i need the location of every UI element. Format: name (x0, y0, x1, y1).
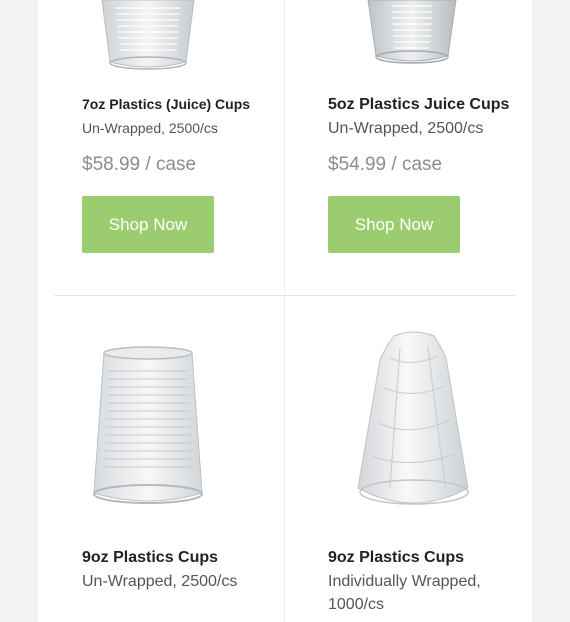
product-subtitle: Un-Wrapped, 2500/cs (82, 120, 218, 136)
product-subtitle-line-1: Individually Wrapped, (328, 573, 481, 590)
product-card-9oz-wrapped: 9oz Plastics Cups Individually Wrapped, … (328, 300, 528, 622)
product-title[interactable]: 5oz Plastics Juice Cups (328, 96, 509, 114)
product-subtitle-line-2: 1000/cs (328, 596, 385, 613)
product-price: $54.99 / case (328, 154, 443, 175)
shop-now-button[interactable]: Shop Now (328, 196, 460, 253)
product-title[interactable]: 9oz Plastics Cups (328, 549, 464, 567)
product-title[interactable]: 9oz Plastics Cups (82, 549, 218, 567)
product-card-5oz: 5oz Plastics Juice Cups Un-Wrapped, 2500… (328, 0, 528, 260)
product-subtitle: Un-Wrapped, 2500/cs (82, 573, 238, 590)
product-card-9oz-unwrapped: 9oz Plastics Cups Un-Wrapped, 2500/cs (82, 300, 282, 622)
product-title[interactable]: 7oz Plastics (Juice) Cups (82, 96, 250, 112)
shop-now-button[interactable]: Shop Now (82, 196, 214, 253)
product-grid-page: 7oz Plastics (Juice) Cups Un-Wrapped, 25… (0, 0, 570, 622)
row-divider (54, 295, 516, 296)
product-card-7oz: 7oz Plastics (Juice) Cups Un-Wrapped, 25… (82, 0, 282, 260)
product-subtitle: Un-Wrapped, 2500/cs (328, 120, 484, 137)
product-price: $58.99 / case (82, 154, 197, 175)
column-divider (284, 0, 285, 622)
